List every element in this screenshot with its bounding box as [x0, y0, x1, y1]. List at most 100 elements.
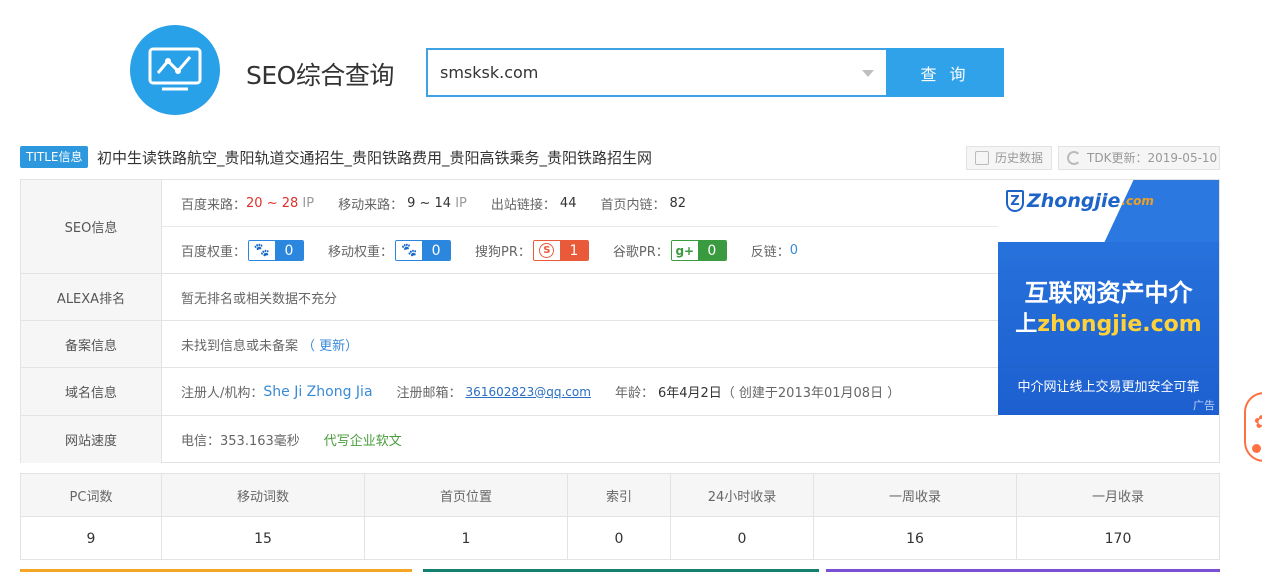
outbound-label: 出站链接：: [490, 197, 556, 213]
ad-tagline: 中介网让线上交易更加安全可靠: [1017, 380, 1200, 395]
reg-email: 注册邮箱： 361602823@qq.com: [396, 382, 591, 402]
tdk-label: TDK更新：2019-05-10: [1087, 151, 1218, 165]
backlinks: 反链： 0: [751, 241, 798, 260]
tdk-update-button[interactable]: TDK更新：2019-05-10: [1058, 146, 1220, 170]
stats-header: PC词数: [21, 474, 162, 516]
mobile-traffic-unit: IP: [451, 195, 467, 211]
mobile-weight-value: 0: [422, 241, 451, 260]
backlink-value[interactable]: 0: [790, 243, 798, 258]
stats-header: 移动词数: [162, 474, 365, 516]
mobile-traffic-value: 9 ~ 14: [407, 195, 452, 211]
icp-update-link[interactable]: （ 更新）: [302, 335, 358, 354]
stats-header: 24小时收录: [671, 474, 814, 516]
domain-content: 注册人/机构： She Ji Zhong Jia 注册邮箱： 361602823…: [181, 368, 924, 415]
domain-label: 域名信息: [21, 368, 162, 415]
stats-header: 首页位置: [365, 474, 568, 516]
alexa-label: ALEXA排名: [21, 274, 162, 320]
stats-cell-home-position[interactable]: 1: [365, 517, 568, 560]
registrant: 注册人/机构： She Ji Zhong Jia: [181, 382, 373, 402]
softtext-ad-link[interactable]: 代写企业软文: [324, 430, 402, 449]
refresh-icon: [1067, 151, 1081, 165]
registrant-value[interactable]: She Ji Zhong Jia: [263, 384, 372, 400]
shield-icon: Z: [1006, 190, 1024, 212]
ad-headline: 互联网资产中介: [1024, 279, 1193, 307]
icp-label: 备案信息: [21, 321, 162, 367]
stats-table: PC词数 移动词数 首页位置 索引 24小时收录 一周收录 一月收录 9 15 …: [20, 473, 1220, 560]
outbound-value[interactable]: 44: [560, 196, 577, 211]
chart-monitor-icon: [148, 47, 202, 91]
stats-data-row: 9 15 1 0 0 16 170: [21, 517, 1219, 560]
seo-traffic-line: 百度来路： 20 ~ 28 IP 移动来路： 9 ~ 14 IP 出站链接： 4…: [162, 180, 999, 227]
mobile-traffic: 移动来路： 9 ~ 14 IP: [338, 194, 467, 213]
speed-label: 网站速度: [21, 416, 162, 463]
seo-weight-line: 百度权重： 🐾 0 移动权重： 🐾 0 搜狗PR： S 1 谷歌PR： g+ 0…: [162, 227, 999, 274]
sogou-pr-value: 1: [559, 241, 588, 260]
ad-logo-suffix: .com: [1121, 194, 1154, 208]
paw-icon: 🐾: [396, 241, 423, 260]
stats-cell-month[interactable]: 170: [1017, 517, 1219, 560]
ad-banner[interactable]: Z Zhongjie .com 互联网资产中介 上zhongjie.com 中介网…: [998, 180, 1219, 415]
float-widget-icon: ✿: [1254, 412, 1262, 433]
sogou-icon: S: [533, 241, 560, 260]
ad-logo-text: Zhongjie: [1027, 190, 1121, 212]
site-title: 初中生读铁路航空_贵阳轨道交通招生_贵阳铁路费用_贵阳高铁乘务_贵阳铁路招生网: [97, 149, 653, 167]
internal-links: 首页内链： 82: [600, 194, 686, 213]
speed-row: 网站速度 电信：353.163毫秒 代写企业软文: [21, 416, 999, 463]
stats-cell-week[interactable]: 16: [814, 517, 1017, 560]
age-value: 6年4月2日: [657, 386, 722, 401]
google-plus-icon: g+: [671, 241, 698, 260]
stats-header-row: PC词数 移动词数 首页位置 索引 24小时收录 一周收录 一月收录: [21, 474, 1219, 517]
baidu-traffic-sep: ~: [262, 195, 282, 211]
baidu-traffic: 百度来路： 20 ~ 28 IP: [181, 194, 314, 213]
chevron-down-icon[interactable]: [862, 70, 874, 77]
stats-header: 一周收录: [814, 474, 1017, 516]
domain-age: 年龄： 6年4月2日 （ 创建于2013年01月08日 ）: [615, 382, 900, 401]
mobile-weight-badge[interactable]: 🐾 0: [395, 240, 452, 261]
baidu-traffic-label: 百度来路：: [181, 197, 247, 213]
mobile-traffic-label: 移动来路：: [338, 197, 404, 213]
float-widget-dot: [1252, 444, 1261, 453]
icp-value: 未找到信息或未备案: [181, 338, 299, 354]
google-pr-value: 0: [697, 241, 726, 260]
stats-cell-index[interactable]: 0: [568, 517, 671, 560]
stats-cell-pc-words[interactable]: 9: [21, 517, 162, 560]
ad-mark: 广告: [1193, 399, 1215, 412]
search-button[interactable]: 查 询: [886, 48, 1004, 97]
paw-icon: 🐾: [249, 241, 276, 260]
search-input[interactable]: [440, 50, 840, 95]
icp-row: 备案信息 未找到信息或未备案 （ 更新）: [21, 321, 999, 368]
stats-header: 索引: [568, 474, 671, 516]
alexa-row: ALEXA排名 暂无排名或相关数据不充分: [21, 274, 999, 321]
side-float-widget[interactable]: ✿: [1244, 392, 1262, 462]
page-title: SEO综合查询: [246, 61, 394, 90]
history-data-button[interactable]: 历史数据: [966, 146, 1052, 170]
sogou-pr-label: 搜狗PR：: [475, 245, 531, 260]
google-pr-label: 谷歌PR：: [612, 245, 669, 260]
baidu-traffic-low: 20: [246, 195, 263, 211]
stats-cell-mobile-words[interactable]: 15: [162, 517, 365, 560]
internal-label: 首页内链：: [600, 197, 666, 213]
mobile-weight: 移动权重： 🐾 0: [328, 240, 452, 261]
email-label: 注册邮箱：: [396, 386, 462, 401]
stats-cell-24h[interactable]: 0: [671, 517, 814, 560]
age-label: 年龄：: [614, 386, 654, 401]
seo-info-label: SEO信息: [21, 180, 162, 273]
stats-header: 一月收录: [1091, 489, 1144, 505]
google-pr: 谷歌PR： g+ 0: [613, 240, 727, 261]
title-tag: TITLE信息: [20, 146, 89, 168]
internal-value[interactable]: 82: [669, 196, 686, 211]
search-box[interactable]: [426, 48, 886, 97]
google-pr-badge[interactable]: g+ 0: [670, 240, 727, 261]
baidu-weight-badge[interactable]: 🐾 0: [248, 240, 305, 261]
email-link[interactable]: 361602823@qq.com: [466, 385, 591, 399]
history-label: 历史数据: [995, 151, 1044, 165]
ad-domain-line: 上zhongjie.com: [998, 306, 1219, 338]
icp-content: 未找到信息或未备案 （ 更新）: [181, 321, 358, 367]
zhongjie-logo: Z Zhongjie .com: [1006, 190, 1154, 212]
baidu-weight-value: 0: [275, 241, 304, 260]
ad-domain: zhongjie.com: [1037, 312, 1202, 337]
registrant-label: 注册人/机构：: [181, 386, 264, 401]
sogou-pr-badge[interactable]: S 1: [532, 240, 589, 261]
layers-icon: [975, 151, 989, 165]
baidu-traffic-unit: IP: [298, 195, 315, 211]
